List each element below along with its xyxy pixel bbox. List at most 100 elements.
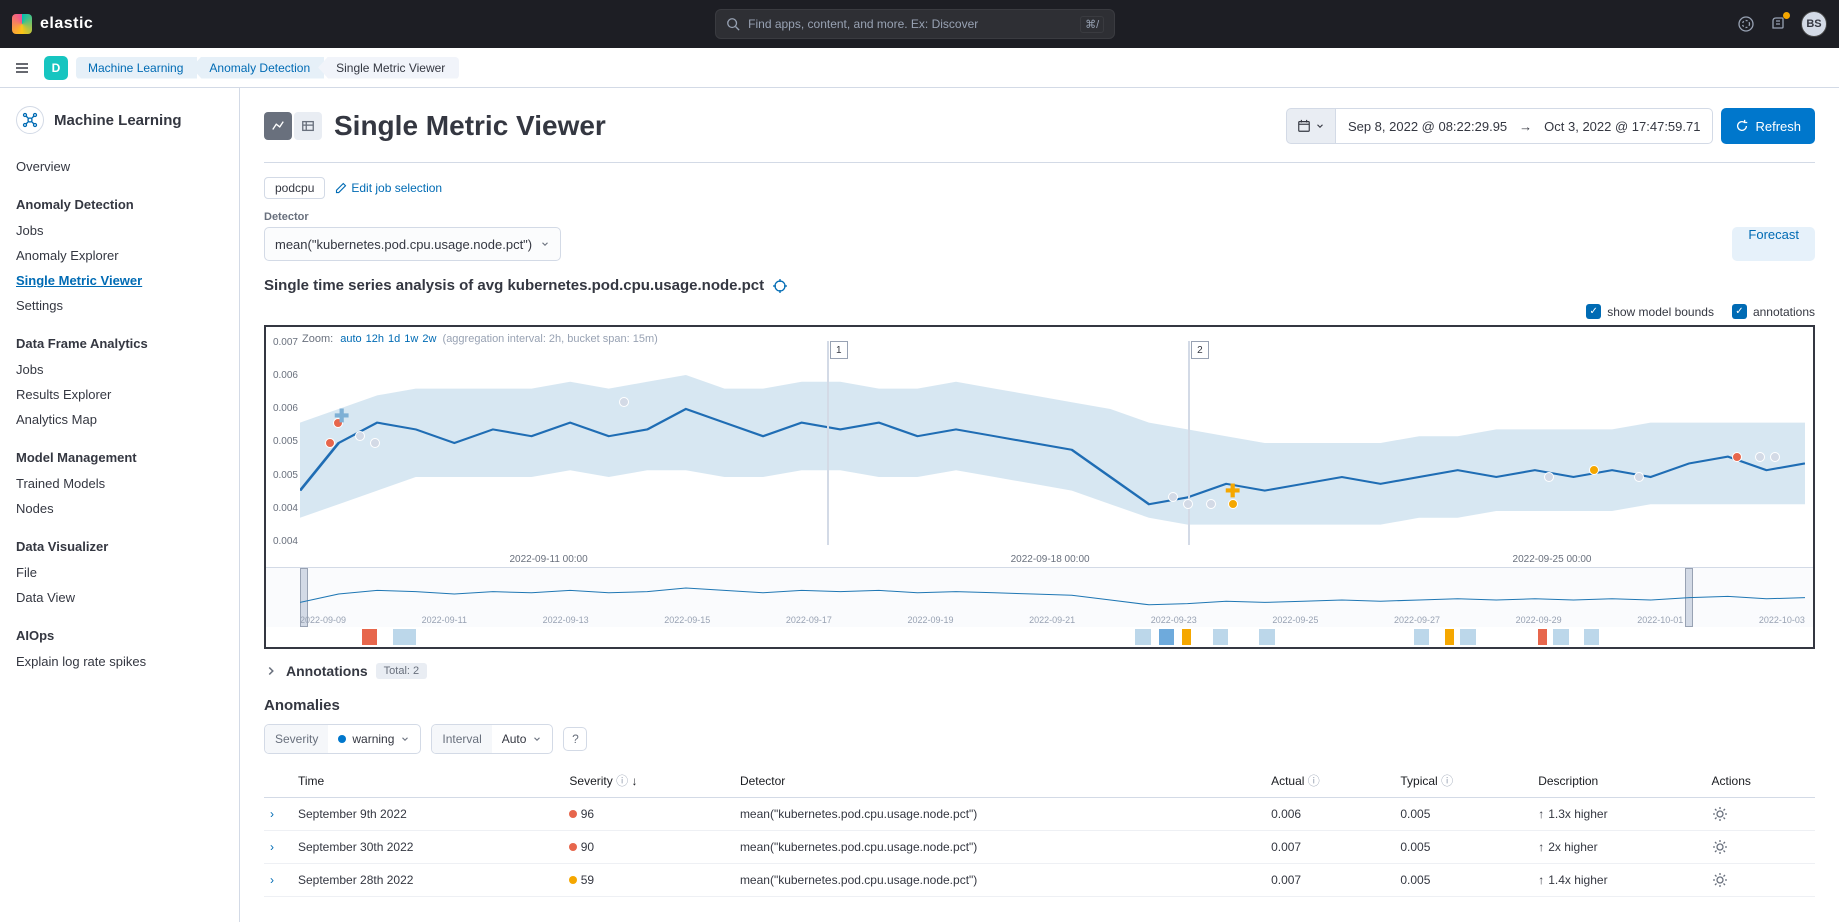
help-icon[interactable] xyxy=(1737,15,1755,33)
breadcrumb-item: Single Metric Viewer xyxy=(318,57,459,79)
context-chart[interactable]: 2022-09-092022-09-112022-09-132022-09-15… xyxy=(266,567,1813,627)
sidebar-section-title: Data Frame Analytics xyxy=(16,336,223,351)
swimlane-cell[interactable] xyxy=(1182,629,1191,645)
severity-filter[interactable]: Severity warning xyxy=(264,724,421,754)
cell-severity: 59 xyxy=(563,864,734,897)
swimlane-cell[interactable] xyxy=(1460,629,1475,645)
logo[interactable]: elastic xyxy=(12,14,93,34)
sidebar-section-title: Data Visualizer xyxy=(16,539,223,554)
global-search[interactable]: Find apps, content, and more. Ex: Discov… xyxy=(715,9,1115,39)
swimlane-cell[interactable] xyxy=(362,629,377,645)
cell-time: September 28th 2022 xyxy=(292,864,563,897)
swimlane-cell[interactable] xyxy=(393,629,416,645)
arrow-right-icon: → xyxy=(1519,119,1532,134)
logo-text: elastic xyxy=(40,15,93,33)
user-avatar[interactable]: BS xyxy=(1801,11,1827,37)
nav-toggle-button[interactable] xyxy=(8,54,36,82)
date-to: Oct 3, 2022 @ 17:47:59.71 xyxy=(1544,119,1700,134)
expand-row-button[interactable]: › xyxy=(270,840,274,854)
sidebar-item[interactable]: Single Metric Viewer xyxy=(16,268,223,293)
sidebar-item[interactable]: Settings xyxy=(16,293,223,318)
annotation-marker[interactable]: 1 xyxy=(830,341,848,359)
cell-time: September 30th 2022 xyxy=(292,831,563,864)
row-actions-button[interactable] xyxy=(1712,872,1809,888)
chart-svg xyxy=(300,341,1805,545)
swimlane-cell[interactable] xyxy=(1584,629,1599,645)
refresh-button[interactable]: Refresh xyxy=(1721,108,1815,144)
sidebar-section-title: Model Management xyxy=(16,450,223,465)
cell-time: September 9th 2022 xyxy=(292,798,563,831)
swimlane[interactable] xyxy=(266,627,1813,647)
column-header[interactable]: Actions xyxy=(1706,764,1815,798)
anomaly-marker[interactable] xyxy=(619,397,629,407)
column-header[interactable]: Detector xyxy=(734,764,1265,798)
show-bounds-checkbox[interactable]: ✓ show model bounds xyxy=(1586,304,1714,319)
view-toggle-table[interactable] xyxy=(294,112,322,140)
sidebar-item[interactable]: Nodes xyxy=(16,496,223,521)
column-header[interactable]: Actual ⓘ xyxy=(1265,764,1394,798)
annotation-plus-marker[interactable]: ✚ xyxy=(334,406,349,427)
show-annotations-checkbox[interactable]: ✓ annotations xyxy=(1732,304,1815,319)
expand-row-button[interactable]: › xyxy=(270,873,274,887)
forecast-button[interactable]: Forecast xyxy=(1732,227,1815,261)
y-axis: 0.0070.0060.0060.0050.0050.0040.004 xyxy=(266,337,298,547)
x-axis: 2022-09-11 00:002022-09-18 00:002022-09-… xyxy=(298,554,1803,565)
anomaly-marker[interactable] xyxy=(1206,499,1216,509)
target-icon[interactable] xyxy=(772,278,788,294)
column-header[interactable]: Severity ⓘ ↓ xyxy=(563,764,734,798)
cell-actual: 0.007 xyxy=(1265,831,1394,864)
logo-icon xyxy=(12,14,32,34)
breadcrumb-item[interactable]: Machine Learning xyxy=(76,57,197,79)
sidebar-item[interactable]: Analytics Map xyxy=(16,407,223,432)
breadcrumb-item[interactable]: Anomaly Detection xyxy=(191,57,324,79)
sidebar-overview[interactable]: Overview xyxy=(16,154,223,179)
anomaly-marker[interactable] xyxy=(1732,452,1742,462)
annotations-fold[interactable]: Annotations Total: 2 xyxy=(264,663,1815,679)
sidebar-item[interactable]: Trained Models xyxy=(16,471,223,496)
column-header[interactable]: Description xyxy=(1532,764,1705,798)
anomalies-title: Anomalies xyxy=(264,697,1815,714)
newsfeed-icon[interactable] xyxy=(1769,15,1787,33)
row-actions-button[interactable] xyxy=(1712,839,1809,855)
sidebar-item[interactable]: Explain log rate spikes xyxy=(16,649,223,674)
swimlane-cell[interactable] xyxy=(1213,629,1228,645)
sidebar-item[interactable]: Data View xyxy=(16,585,223,610)
help-button[interactable]: ? xyxy=(563,727,587,751)
view-toggle-chart[interactable] xyxy=(264,112,292,140)
interval-filter[interactable]: Interval Auto xyxy=(431,724,553,754)
date-from: Sep 8, 2022 @ 08:22:29.95 xyxy=(1348,119,1507,134)
sidebar-item[interactable]: Results Explorer xyxy=(16,382,223,407)
job-chip[interactable]: podcpu xyxy=(264,177,325,199)
date-picker-button[interactable] xyxy=(1286,108,1336,144)
swimlane-cell[interactable] xyxy=(1159,629,1174,645)
search-shortcut: ⌘/ xyxy=(1080,16,1104,33)
date-range-display[interactable]: Sep 8, 2022 @ 08:22:29.95 → Oct 3, 2022 … xyxy=(1336,108,1714,144)
column-header[interactable]: Time xyxy=(292,764,563,798)
swimlane-cell[interactable] xyxy=(1553,629,1568,645)
anomaly-marker[interactable] xyxy=(1755,452,1765,462)
detector-select[interactable]: mean("kubernetes.pod.cpu.usage.node.pct"… xyxy=(264,227,561,261)
annotation-line xyxy=(827,341,829,545)
swimlane-cell[interactable] xyxy=(1135,629,1150,645)
swimlane-cell[interactable] xyxy=(1414,629,1429,645)
column-header[interactable]: Typical ⓘ xyxy=(1394,764,1532,798)
space-selector[interactable]: D xyxy=(44,56,68,80)
annotation-plus-marker[interactable]: ✚ xyxy=(1225,481,1240,502)
sidebar-item[interactable]: Anomaly Explorer xyxy=(16,243,223,268)
sidebar-item[interactable]: Jobs xyxy=(16,218,223,243)
swimlane-cell[interactable] xyxy=(1259,629,1274,645)
edit-job-link[interactable]: Edit job selection xyxy=(335,181,442,195)
sidebar-item[interactable]: File xyxy=(16,560,223,585)
table-row: › September 9th 2022 96 mean("kubernetes… xyxy=(264,798,1815,831)
main-chart[interactable]: 0.0070.0060.0060.0050.0050.0040.004 1 2 … xyxy=(266,327,1813,567)
anomaly-marker[interactable] xyxy=(1770,452,1780,462)
ml-app-icon xyxy=(16,106,44,134)
anomalies-table: TimeSeverity ⓘ ↓DetectorActual ⓘTypical … xyxy=(264,764,1815,897)
swimlane-cell[interactable] xyxy=(1538,629,1547,645)
cell-severity: 96 xyxy=(563,798,734,831)
sidebar-item[interactable]: Jobs xyxy=(16,357,223,382)
annotation-marker[interactable]: 2 xyxy=(1191,341,1209,359)
swimlane-cell[interactable] xyxy=(1445,629,1454,645)
expand-row-button[interactable]: › xyxy=(270,807,274,821)
row-actions-button[interactable] xyxy=(1712,806,1809,822)
